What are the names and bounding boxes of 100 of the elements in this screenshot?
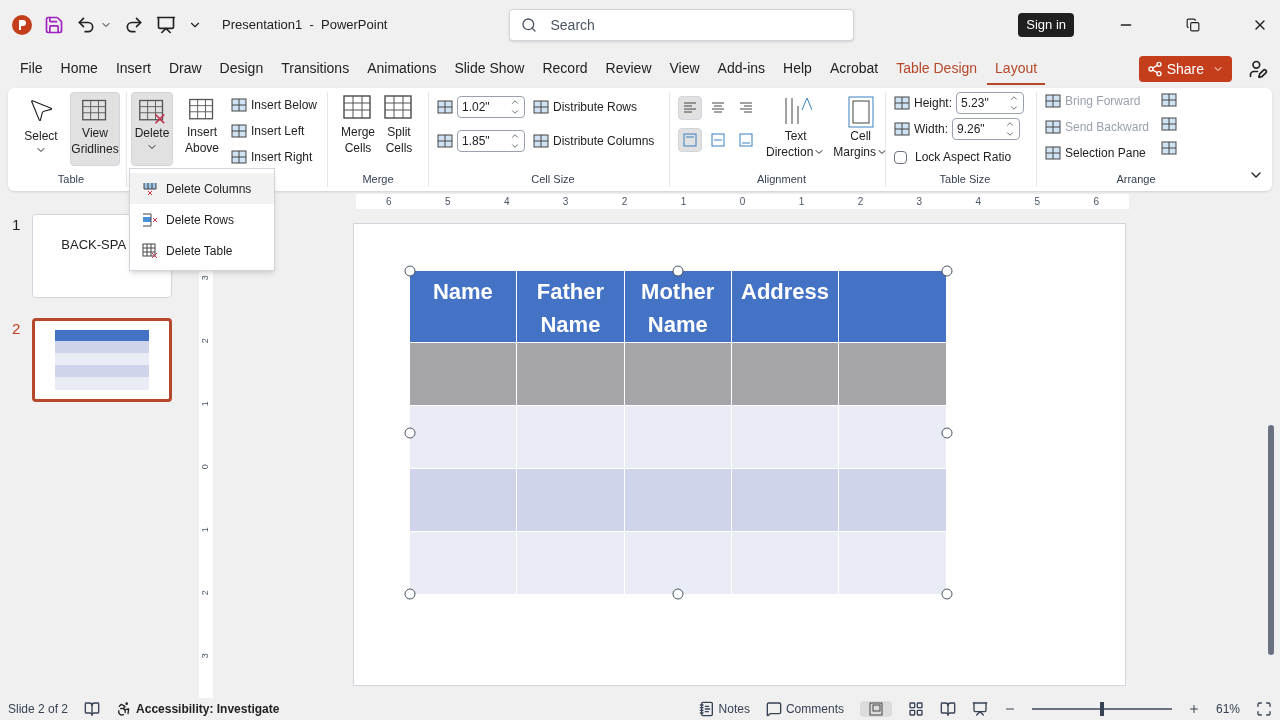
zoom-in-icon[interactable]: [1187, 703, 1200, 715]
cell-align-icon: [682, 132, 698, 148]
delete-button[interactable]: Delete: [131, 92, 173, 166]
view-gridlines-button[interactable]: View Gridlines: [70, 92, 120, 166]
spin-up-icon[interactable]: [510, 97, 520, 107]
table-row[interactable]: [409, 342, 946, 405]
ribbon-tab[interactable]: Animations: [359, 53, 445, 85]
ruler-number: 0: [199, 464, 212, 470]
text-align-icon: [682, 100, 698, 116]
resize-handle[interactable]: [941, 588, 952, 600]
distribute-columns-button[interactable]: Distribute Columns: [533, 132, 655, 150]
coauthor-icon[interactable]: [1248, 59, 1268, 79]
select-button[interactable]: Select: [16, 92, 66, 166]
search-field[interactable]: Search: [509, 9, 855, 41]
lock-aspect-checkbox[interactable]: [894, 150, 907, 164]
slide-sorter-icon[interactable]: [907, 701, 924, 717]
ruler-number: 5: [444, 195, 451, 209]
ribbon-tab[interactable]: File: [12, 53, 51, 85]
zoom-slider[interactable]: [1031, 702, 1172, 716]
insert-above-button[interactable]: Insert Above: [181, 92, 223, 166]
ruler-number: 4: [975, 195, 982, 209]
height-label: Height:: [914, 95, 953, 112]
present-icon[interactable]: [156, 15, 176, 35]
menu-item[interactable]: Delete Columns: [130, 173, 274, 204]
ruler-number: 3: [199, 653, 212, 659]
insert-button[interactable]: Insert Right: [231, 148, 318, 166]
group-label: Arrange: [1115, 171, 1157, 187]
resize-handle[interactable]: [404, 265, 415, 277]
group-label: Merge: [361, 171, 395, 187]
selection-pane-button[interactable]: Selection Pane: [1045, 144, 1150, 162]
resize-handle[interactable]: [404, 588, 415, 600]
spin-down-icon[interactable]: [1009, 103, 1020, 113]
ribbon-tab[interactable]: Draw: [160, 53, 210, 85]
insert-button[interactable]: Insert Below: [231, 96, 318, 114]
ribbon-tab[interactable]: Insert: [107, 53, 159, 85]
resize-handle[interactable]: [941, 265, 952, 277]
share-button[interactable]: Share: [1138, 56, 1232, 82]
notes-icon: [698, 701, 715, 717]
comments-button[interactable]: Comments: [765, 700, 844, 718]
merge-cells-button[interactable]: Merge Cells: [341, 92, 375, 156]
ribbon-tab[interactable]: Review: [597, 53, 660, 85]
data-table[interactable]: Name Father Name Mother Name Address: [409, 271, 947, 594]
resize-handle[interactable]: [404, 427, 415, 438]
reading-view-icon[interactable]: [939, 701, 956, 717]
ribbon-tab[interactable]: Slide Show: [446, 53, 533, 85]
save-icon[interactable]: [44, 15, 64, 35]
ribbon-tab[interactable]: Home: [52, 53, 106, 85]
restore-icon[interactable]: [1186, 18, 1200, 32]
text-direction-button[interactable]: Text Direction: [766, 92, 826, 160]
spelling-icon[interactable]: [84, 701, 101, 717]
resize-handle[interactable]: [941, 427, 952, 438]
ribbon-tab[interactable]: View: [661, 53, 708, 85]
group-label: Table: [56, 171, 86, 187]
thumbnail-title: BACK-SPA: [61, 236, 127, 254]
ruler-number: 2: [199, 590, 212, 596]
ribbon-tab[interactable]: Record: [534, 53, 596, 85]
ribbon-tab[interactable]: Acrobat: [821, 53, 887, 85]
ribbon-tab[interactable]: Table Design: [888, 53, 986, 85]
align-button[interactable]: [678, 96, 702, 120]
distribute-rows-button[interactable]: Distribute Rows: [533, 98, 638, 116]
comment-icon: [765, 701, 782, 717]
sign-in-button[interactable]: Sign in: [1018, 13, 1074, 37]
group-label: Table Size: [938, 171, 992, 187]
table-width-field[interactable]: 9.26": [952, 118, 1020, 140]
spin-down-icon[interactable]: [1005, 129, 1015, 139]
spin-up-icon[interactable]: [1005, 119, 1015, 129]
spin-up-icon[interactable]: [510, 131, 520, 141]
lock-aspect-label: Lock Aspect Ratio: [915, 149, 1012, 166]
ribbon-tab[interactable]: Transitions: [273, 53, 358, 85]
group-label: Cell Size: [530, 171, 576, 187]
ribbon-tab[interactable]: Help: [775, 53, 820, 85]
insert-button[interactable]: Insert Left: [231, 122, 318, 140]
ribbon-tab[interactable]: Design: [211, 53, 272, 85]
cell-margins-button[interactable]: Cell Margins: [833, 92, 889, 160]
resize-handle[interactable]: [672, 588, 684, 600]
ruler-number: 2: [857, 195, 864, 209]
scrollbar-thumb[interactable]: [1268, 425, 1274, 655]
spin-down-icon[interactable]: [510, 107, 520, 117]
slideshow-icon[interactable]: [971, 701, 988, 717]
split-cells-button[interactable]: Split Cells: [383, 92, 415, 156]
table-height-field[interactable]: 5.23": [956, 92, 1025, 114]
spin-down-icon[interactable]: [510, 141, 520, 151]
normal-view-button[interactable]: [859, 701, 892, 717]
ruler-number: 3: [562, 195, 569, 209]
ribbon-tab[interactable]: Add-ins: [709, 53, 774, 85]
zoom-level[interactable]: 61%: [1215, 700, 1240, 718]
ribbon-tab[interactable]: Layout: [987, 53, 1046, 85]
undo-icon[interactable]: [76, 15, 96, 35]
spin-up-icon[interactable]: [1009, 93, 1020, 103]
accessibility-status[interactable]: Accessibility: Investigate: [116, 700, 280, 718]
fit-slide-icon[interactable]: [1256, 701, 1272, 717]
column-width-field[interactable]: 1.85": [457, 130, 525, 152]
ruler-number: 3: [916, 195, 923, 209]
normal-view-icon: [867, 701, 884, 717]
notes-button[interactable]: Notes: [698, 700, 750, 718]
row-height-field[interactable]: 1.02": [457, 96, 525, 118]
slide-thumbnail[interactable]: [32, 318, 173, 402]
resize-handle[interactable]: [672, 265, 684, 277]
redo-icon[interactable]: [124, 15, 144, 35]
delete-rows-icon: [142, 211, 158, 228]
